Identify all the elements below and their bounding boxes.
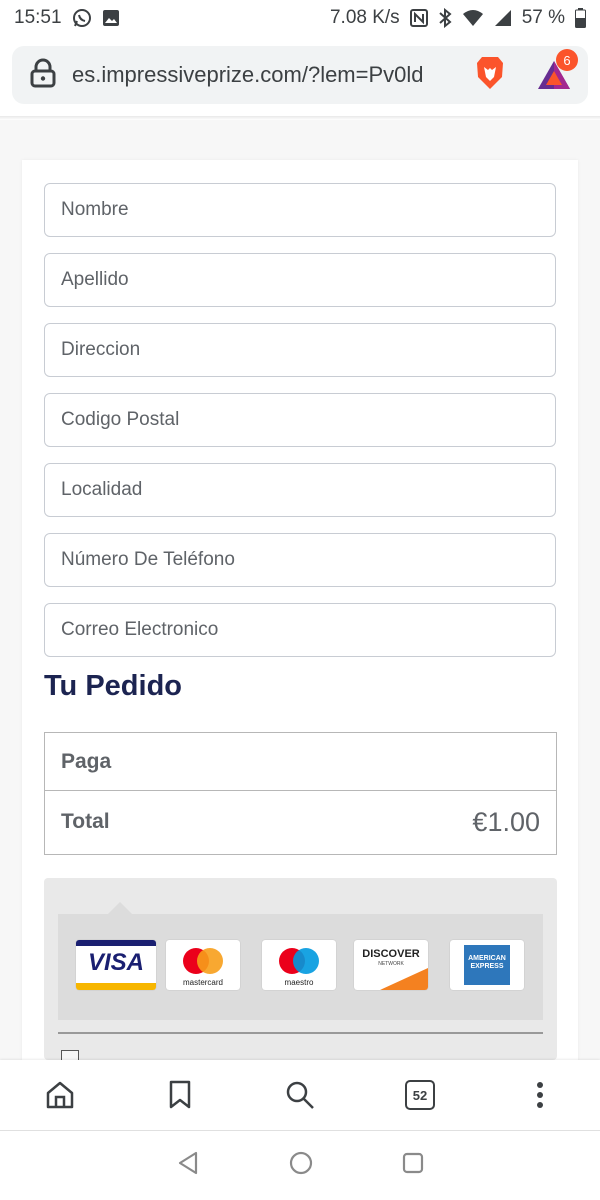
network-speed: 7.08 K/s <box>329 7 400 28</box>
home-nav-button[interactable] <box>288 1150 314 1181</box>
brave-rewards-icon[interactable]: 6 <box>534 49 578 95</box>
search-button[interactable] <box>270 1065 330 1125</box>
back-triangle-icon <box>178 1151 198 1175</box>
visa-text: VISA <box>87 949 144 976</box>
back-button[interactable] <box>176 1151 200 1180</box>
tabs-count: 52 <box>405 1080 435 1110</box>
battery-icon <box>575 8 586 28</box>
maestro-logo: maestro <box>262 940 336 990</box>
signal-icon <box>494 9 512 27</box>
whatsapp-icon <box>72 8 92 28</box>
order-row-total: Total €1.00 <box>45 791 556 853</box>
lock-icon[interactable] <box>30 58 56 93</box>
bookmark-button[interactable] <box>150 1065 210 1125</box>
email-field[interactable]: Correo Electronico <box>44 603 556 657</box>
home-circle-icon <box>289 1151 313 1175</box>
brave-shields-icon[interactable] <box>474 55 506 96</box>
total-label: Total <box>61 810 110 833</box>
gallery-icon <box>102 9 120 27</box>
direccion-field[interactable]: Direccion <box>44 323 556 377</box>
card-logos-strip: VISA mastercard maestro DISCOVER NETWORK… <box>58 902 543 1020</box>
order-title: Tu Pedido <box>44 670 183 702</box>
address-bar[interactable]: es.impressiveprize.com/?lem=Pv0ld 6 <box>12 46 588 104</box>
payment-method-box: VISA mastercard maestro DISCOVER NETWORK… <box>44 878 557 1061</box>
recents-square-icon <box>402 1152 424 1174</box>
status-time: 15:51 <box>14 7 62 28</box>
system-nav-bar <box>0 1131 600 1200</box>
order-row-pay: Paga <box>45 733 556 791</box>
menu-button[interactable] <box>510 1065 570 1125</box>
apellido-field[interactable]: Apellido <box>44 253 556 307</box>
search-icon <box>286 1081 314 1109</box>
home-button[interactable] <box>30 1065 90 1125</box>
tabs-button[interactable]: 52 <box>390 1065 450 1125</box>
amex-logo: AMERICAN EXPRESS <box>450 940 524 990</box>
mastercard-text: mastercard <box>182 978 223 987</box>
rewards-badge: 6 <box>556 49 578 71</box>
caret <box>108 902 132 914</box>
telefono-field[interactable]: Número De Teléfono <box>44 533 556 587</box>
order-table: Paga Total €1.00 <box>44 732 557 855</box>
total-value: €1.00 <box>472 806 540 837</box>
discover-logo: DISCOVER NETWORK <box>354 940 428 990</box>
home-icon <box>46 1081 74 1109</box>
amex-text: AMERICAN EXPRESS <box>468 955 506 970</box>
visa-logo: VISA <box>76 940 156 990</box>
bluetooth-icon <box>438 8 452 28</box>
payment-divider <box>58 1032 543 1034</box>
mastercard-logo: mastercard <box>166 940 240 990</box>
codigo-postal-field[interactable]: Codigo Postal <box>44 393 556 447</box>
battery-level: 57 % <box>521 7 565 28</box>
nombre-field[interactable]: Nombre <box>44 183 556 237</box>
recents-button[interactable] <box>402 1152 424 1179</box>
status-bar: 15:51 7.08 K/s 57 % <box>0 0 600 36</box>
wifi-icon <box>462 9 484 27</box>
url-text[interactable]: es.impressiveprize.com/?lem=Pv0ld <box>72 62 464 88</box>
nfc-icon <box>409 9 428 27</box>
maestro-text: maestro <box>284 978 314 987</box>
bookmark-icon <box>169 1080 191 1109</box>
browser-bottom-toolbar: 52 <box>0 1060 600 1130</box>
localidad-field[interactable]: Localidad <box>44 463 556 517</box>
more-vert-icon <box>537 1082 543 1108</box>
pay-label: Paga <box>61 749 112 773</box>
